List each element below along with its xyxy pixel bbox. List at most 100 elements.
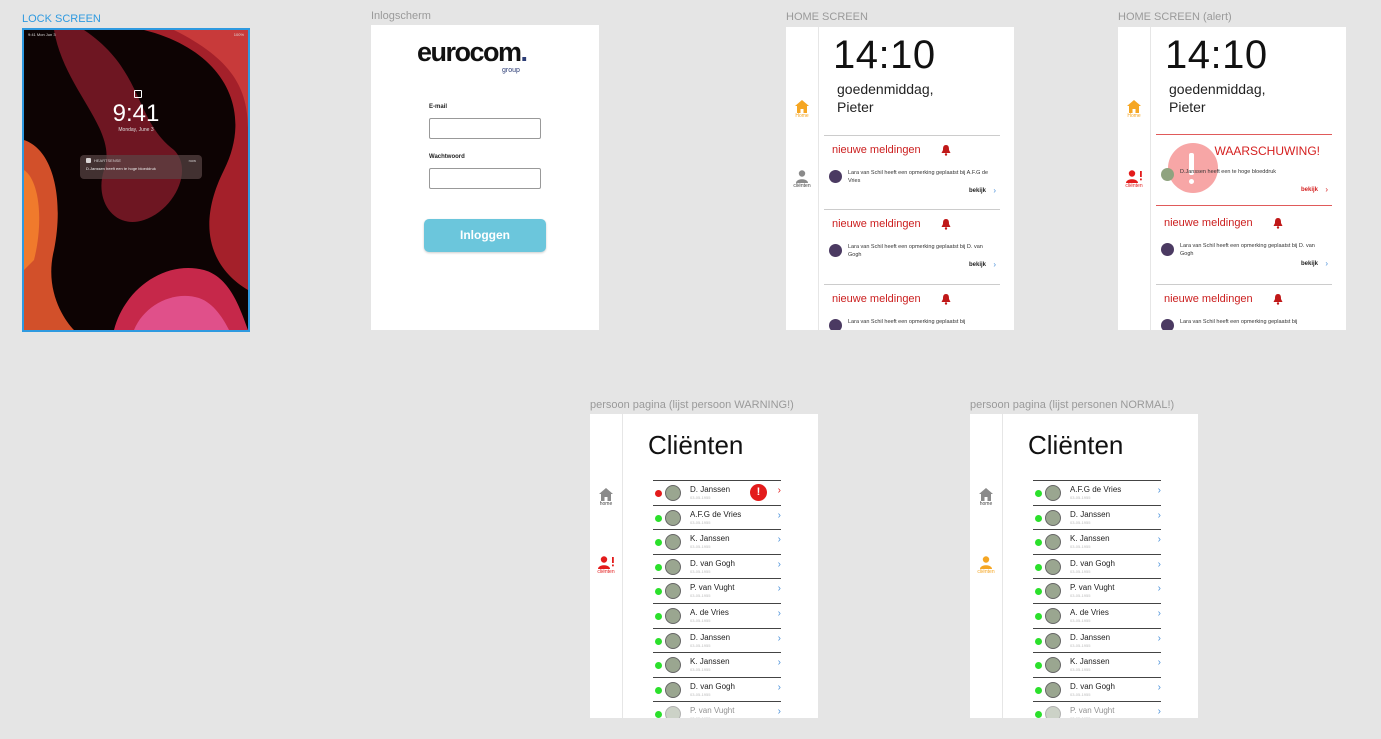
client-row[interactable]: A.F.G de Vries 03-05-1955 › <box>1033 480 1161 505</box>
nav-clients-alert[interactable]: cliënten <box>590 556 622 575</box>
client-row[interactable]: D. Janssen 03-05-1955 › <box>1033 627 1161 653</box>
notification-card[interactable]: nieuwe meldingen Lara van Schil heeft ee… <box>1156 284 1332 330</box>
notification-card[interactable]: nieuwe meldingen Lara van Schil heeft ee… <box>1156 209 1332 277</box>
avatar <box>1045 657 1061 674</box>
chevron-right-icon[interactable]: › <box>778 559 781 570</box>
client-dob: 03-05-1955 <box>690 691 711 697</box>
client-name: P. van Vught <box>690 706 735 716</box>
client-row[interactable]: P. van Vught03-05-1955 › <box>1033 701 1161 718</box>
notification-card[interactable]: nieuwe meldingen Lara van Schil heeft ee… <box>824 284 1000 330</box>
view-link[interactable]: bekijk <box>1301 187 1318 193</box>
view-link[interactable]: bekijk <box>969 188 986 194</box>
nav-clients-alert[interactable]: cliënten <box>1118 170 1150 189</box>
client-row[interactable]: D. van Gogh 03-05-1955 › <box>653 676 781 702</box>
client-dob: 03-05-1955 <box>690 716 710 718</box>
chevron-right-icon[interactable]: › <box>1158 534 1161 545</box>
card-message: Lara van Schil heeft een opmerking gepla… <box>1180 319 1298 325</box>
lock-notification[interactable]: HEARTSENSE now D.Janssen heeft een te ho… <box>80 155 202 179</box>
status-dot <box>655 539 662 547</box>
chevron-right-icon[interactable]: › <box>1158 510 1161 521</box>
frame-label-home[interactable]: HOME SCREEN <box>786 11 868 23</box>
client-row[interactable]: A. de Vries 03-05-1955 › <box>1033 603 1161 628</box>
client-row[interactable]: D. Janssen 03-05-1955 › <box>653 627 781 653</box>
chevron-right-icon[interactable]: › <box>1158 633 1161 644</box>
nav-clients[interactable]: cliënten <box>970 556 1002 575</box>
chevron-right-icon[interactable]: › <box>778 706 781 717</box>
client-row[interactable]: K. Janssen 03-05-1955 › <box>1033 529 1161 554</box>
status-bar: 9:41 Mon Jun 3 100% <box>28 32 244 37</box>
chevron-right-icon[interactable]: › <box>778 485 781 496</box>
nav-home[interactable]: home <box>590 488 622 507</box>
status-dot <box>655 613 662 620</box>
client-row[interactable]: D. Janssen 03-05-1955 › <box>1033 504 1161 530</box>
client-row[interactable]: K. Janssen 03-05-1955 › <box>1033 652 1161 677</box>
chevron-right-icon: › <box>993 186 996 195</box>
client-row[interactable]: A. de Vries 03-05-1955 › <box>653 603 781 628</box>
card-title: nieuwe meldingen <box>832 293 921 305</box>
nav-home[interactable]: Home <box>786 100 818 119</box>
home-icon <box>979 488 993 501</box>
chevron-right-icon[interactable]: › <box>1158 559 1161 570</box>
client-name: P. van Vught <box>1070 583 1115 593</box>
chevron-right-icon[interactable]: › <box>1158 485 1161 496</box>
client-dob: 03-05-1955 <box>1070 568 1091 574</box>
login-button[interactable]: Inloggen <box>424 219 546 252</box>
chevron-right-icon[interactable]: › <box>1158 706 1161 717</box>
notification-card[interactable]: nieuwe meldingen Lara van Schil heeft ee… <box>824 135 1000 204</box>
notif-body: D.Janssen heeft een te hoge bloeddruk <box>86 166 156 171</box>
nav-home[interactable]: home <box>970 488 1002 507</box>
client-dob: 03-05-1955 <box>690 495 711 500</box>
client-row[interactable]: K. Janssen 03-05-1955 › <box>653 652 781 677</box>
view-link[interactable]: bekijk <box>1301 261 1318 267</box>
client-dob: 03-05-1955 <box>1070 667 1091 673</box>
status-dot <box>655 588 662 596</box>
chevron-right-icon[interactable]: › <box>778 657 781 668</box>
chevron-right-icon[interactable]: › <box>778 534 781 545</box>
frame-label-persons-normal[interactable]: persoon pagina (lijst personen NORMAL!) <box>970 399 1174 411</box>
chevron-right-icon[interactable]: › <box>778 583 781 594</box>
chevron-right-icon[interactable]: › <box>1158 608 1161 619</box>
frame-label-login[interactable]: Inlogscherm <box>371 10 431 22</box>
chevron-right-icon[interactable]: › <box>1158 682 1161 693</box>
avatar <box>1045 509 1061 526</box>
chevron-right-icon[interactable]: › <box>778 608 781 619</box>
status-dot <box>1035 563 1042 571</box>
client-row[interactable]: D. Janssen 03-05-1955! › <box>653 480 781 505</box>
client-row[interactable]: P. van Vught03-05-1955 › <box>653 701 781 718</box>
chevron-right-icon[interactable]: › <box>778 510 781 521</box>
client-row[interactable]: A.F.G de Vries 03-05-1955 › <box>653 504 781 530</box>
email-field[interactable] <box>429 118 541 139</box>
client-row[interactable]: D. van Gogh 03-05-1955 › <box>1033 676 1161 702</box>
chevron-right-icon[interactable]: › <box>1158 583 1161 594</box>
frame-label-persons-warning[interactable]: persoon pagina (lijst persoon WARNING!) <box>590 399 794 411</box>
frame-label-lock[interactable]: LOCK SCREEN <box>22 13 101 25</box>
frame-label-home-alert[interactable]: HOME SCREEN (alert) <box>1118 11 1232 23</box>
nav-clients[interactable]: cliënten <box>786 170 818 189</box>
bell-icon <box>941 145 951 156</box>
status-dot <box>655 563 662 571</box>
clock: 14:10 <box>833 33 936 77</box>
client-name: P. van Vught <box>1070 706 1115 716</box>
client-row[interactable]: P. van Vught03-05-1955 › <box>653 578 781 603</box>
client-name: K. Janssen <box>690 534 730 544</box>
client-row[interactable]: D. van Gogh 03-05-1955 › <box>1033 553 1161 579</box>
nav-home[interactable]: Home <box>1118 100 1150 119</box>
status-dot <box>1035 637 1042 645</box>
alert-icon[interactable]: ! <box>750 484 767 501</box>
avatar <box>1045 681 1061 698</box>
avatar <box>1045 485 1061 501</box>
password-field[interactable] <box>429 168 541 189</box>
chevron-right-icon[interactable]: › <box>778 682 781 693</box>
client-row[interactable]: D. van Gogh 03-05-1955 › <box>653 553 781 579</box>
view-link[interactable]: bekijk <box>969 262 986 268</box>
card-title: nieuwe meldingen <box>1164 293 1253 305</box>
chevron-right-icon[interactable]: › <box>778 633 781 644</box>
chevron-right-icon[interactable]: › <box>1158 657 1161 668</box>
notification-card[interactable]: nieuwe meldingen Lara van Schil heeft ee… <box>824 209 1000 278</box>
password-label: Wachtwoord <box>429 154 465 160</box>
client-row[interactable]: K. Janssen 03-05-1955 › <box>653 529 781 554</box>
client-row[interactable]: P. van Vught03-05-1955 › <box>1033 578 1161 603</box>
client-dob: 03-05-1955 <box>1070 691 1091 697</box>
lock-screen-frame[interactable]: 9:41 Mon Jun 3 100% 9:41 Monday, June 3 … <box>22 28 250 332</box>
warning-card[interactable]: WAARSCHUWING! D.Janssen heeft een te hog… <box>1156 134 1332 206</box>
